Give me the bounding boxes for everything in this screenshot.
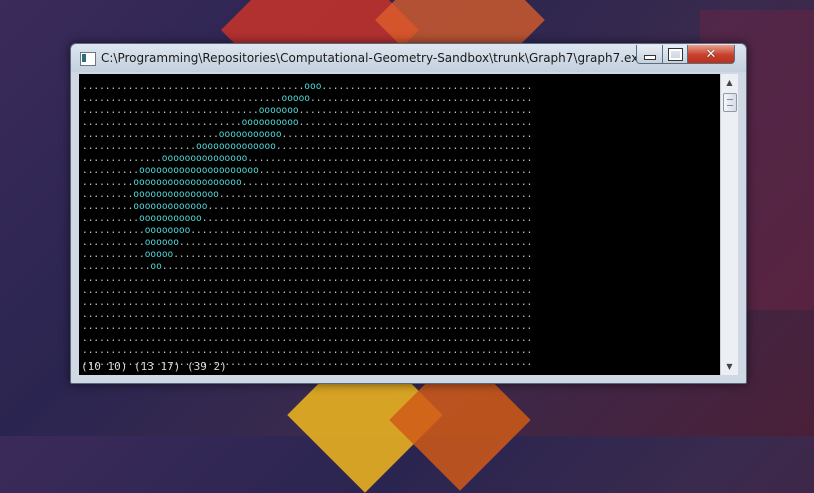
minimize-button[interactable]	[636, 45, 663, 64]
console-output[interactable]: .......................................o…	[79, 74, 720, 375]
grid-row: ...........oooooo.......................…	[82, 237, 533, 248]
title-bar[interactable]: C:\Programming\Repositories\Computationa…	[71, 44, 746, 72]
grid-row: ........................................…	[82, 285, 533, 296]
minimize-icon	[643, 54, 656, 60]
grid-row: ............oo..........................…	[82, 261, 533, 272]
scroll-thumb[interactable]	[723, 93, 737, 112]
grid-row: ........................ooooooooooo.....…	[82, 129, 533, 140]
window-title: C:\Programming\Repositories\Computationa…	[101, 51, 646, 65]
grid-row: ........................................…	[82, 309, 533, 320]
status-line: (10 10) (13 17) (39 2)	[81, 360, 227, 373]
grid-row: ...................................ooooo…	[82, 93, 533, 104]
scroll-down-arrow-icon[interactable]: ▼	[721, 358, 738, 375]
grid-row: .........ooooooooooooooooooo............…	[82, 177, 533, 188]
close-button[interactable]: ✕	[687, 45, 735, 64]
grid-row: ...............................ooooooo..…	[82, 105, 533, 116]
grid-row: ...........oooooooo.....................…	[82, 225, 533, 236]
grid-row: ........................................…	[82, 297, 533, 308]
console-window[interactable]: C:\Programming\Repositories\Computationa…	[70, 43, 747, 384]
scroll-up-arrow-icon[interactable]: ▲	[721, 74, 738, 91]
console-app-icon[interactable]	[80, 52, 96, 66]
grid-row: ...........ooooo........................…	[82, 249, 533, 260]
grid-row: ..........ooooooooooo...................…	[82, 213, 533, 224]
grid-row: ........................................…	[82, 333, 533, 344]
grid-row: .........ooooooooooooo..................…	[82, 201, 533, 212]
grid-row: ........................................…	[82, 273, 533, 284]
grid-row: ..........ooooooooooooooooooooo.........…	[82, 165, 533, 176]
close-icon: ✕	[705, 46, 717, 62]
grid-row: .........ooooooooooooooo................…	[82, 189, 533, 200]
grid-row: ........................................…	[82, 321, 533, 332]
grid-row: ..............ooooooooooooooo...........…	[82, 153, 533, 164]
grid-row: ........................................…	[82, 345, 533, 356]
maximize-button[interactable]	[662, 45, 688, 64]
vertical-scrollbar[interactable]: ▲ ▼	[720, 74, 738, 375]
maximize-icon	[667, 47, 683, 61]
grid-row: ............................oooooooooo..…	[82, 117, 533, 128]
grid-row: ....................oooooooooooooo......…	[82, 141, 533, 152]
grid-row: .......................................o…	[82, 81, 533, 92]
plot-grid: .......................................o…	[82, 81, 532, 369]
